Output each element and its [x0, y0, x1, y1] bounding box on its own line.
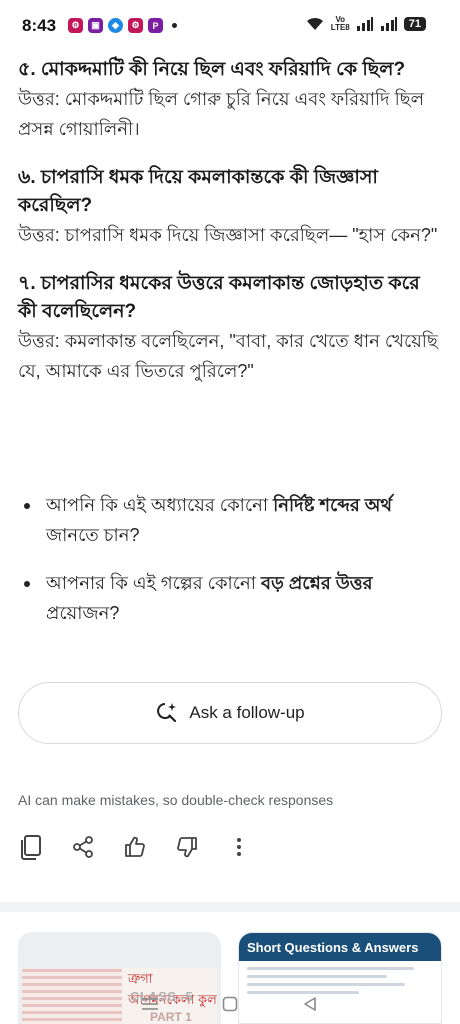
share-button[interactable] — [70, 834, 96, 860]
back-triangle-icon — [304, 997, 316, 1011]
qa-item: ৬. চাপরাসি ধমক দিয়ে কমলাকান্তকে কী জিজ্… — [18, 164, 442, 250]
suggestion-bold: বড় প্রশ্নের উত্তর — [260, 573, 373, 593]
battery-icon: 71 — [403, 17, 426, 31]
signal-icon — [356, 17, 373, 31]
thumbs-up-icon — [125, 836, 145, 857]
app-notification-icon: P — [148, 18, 163, 33]
copy-button[interactable] — [18, 834, 44, 860]
qa-item: ৭. চাপরাসির ধমকের উত্তরে কমলাকান্ত জোড়হ… — [18, 270, 442, 386]
status-right: Vo LTE8 71 — [305, 16, 426, 32]
answer-text: উত্তর: কমলাকান্ত বলেছিলেন, "বাবা, কার খে… — [18, 331, 438, 381]
app-notification-icon: ⚙ — [128, 18, 143, 33]
question-title: ৭. চাপরাসির ধমকের উত্তরে কমলাকান্ত জোড়হ… — [18, 273, 420, 322]
suggestion-text: জানতে চান? — [46, 525, 140, 545]
suggestion-item: আপনি কি এই অধ্যায়ের কোনো নির্দিষ্ট শব্দ… — [18, 490, 438, 550]
menu-lines-icon — [142, 998, 158, 1010]
suggestion-text: প্রয়োজন? — [46, 603, 120, 623]
card-banner-title: Short Questions & Answers — [239, 933, 441, 961]
qa-item: ৫. মোকদ্দমাটি কী নিয়ে ছিল এবং ফরিয়াদি … — [18, 56, 442, 144]
ai-disclaimer: AI can make mistakes, so double-check re… — [18, 792, 334, 808]
system-nav-bar — [0, 984, 460, 1024]
suggestion-bold: নির্দিষ্ট শব্দের অর্থ — [273, 495, 393, 515]
bullet-dot — [24, 581, 30, 587]
app-notification-icon: ▣ — [88, 18, 103, 33]
wifi-icon — [306, 17, 323, 30]
thumbs-down-icon — [177, 837, 197, 858]
response-actions — [18, 834, 252, 860]
back-button[interactable] — [298, 992, 322, 1016]
more-vert-icon — [237, 838, 241, 856]
thumbs-down-button[interactable] — [174, 834, 200, 860]
copy-icon — [21, 835, 41, 860]
question-title: ৬. চাপরাসি ধমক দিয়ে কমলাকান্তকে কী জিজ্… — [18, 167, 378, 216]
home-square-icon — [222, 996, 238, 1012]
more-options-button[interactable] — [226, 834, 252, 860]
app-notification-icon: ◆ — [108, 18, 123, 33]
app-notification-icon: ⚙ — [68, 18, 83, 33]
suggestion-text: আপনার কি এই গল্পের কোনো — [46, 573, 261, 593]
suggestion-text: আপনি কি এই অধ্যায়ের কোনো — [46, 495, 274, 515]
recents-button[interactable] — [138, 992, 162, 1016]
status-bar: 8:43 ⚙ ▣ ◆ ⚙ P Vo LTE8 71 — [0, 0, 460, 52]
thumbs-up-button[interactable] — [122, 834, 148, 860]
notification-icons: ⚙ ▣ ◆ ⚙ P — [68, 18, 177, 33]
suggestion-list: আপনি কি এই অধ্যায়ের কোনো নির্দিষ্ট শব্দ… — [18, 490, 438, 646]
suggestion-item: আপনার কি এই গল্পের কোনো বড় প্রশ্নের উত্… — [18, 568, 438, 628]
follow-up-label: Ask a follow-up — [189, 703, 305, 722]
signal-icon — [380, 17, 397, 31]
answer-text: উত্তর: চাপরাসি ধমক দিয়ে জিজ্ঞাসা করেছিল… — [18, 225, 438, 245]
answer-content: ৫. মোকদ্দমাটি কী নিয়ে ছিল এবং ফরিয়াদি … — [18, 56, 442, 406]
sparkle-search-icon — [157, 703, 177, 723]
question-title: ৫. মোকদ্দমাটি কী নিয়ে ছিল এবং ফরিয়াদি … — [18, 59, 406, 80]
share-icon — [73, 836, 93, 858]
answer-text: উত্তর: মোকদ্দমাটি ছিল গোরু চুরি নিয়ে এব… — [18, 89, 425, 139]
volte-icon: Vo LTE8 — [331, 16, 350, 32]
section-divider — [0, 902, 460, 912]
text-line — [247, 967, 415, 970]
volte-bottom: LTE8 — [330, 23, 350, 32]
status-time: 8:43 — [22, 16, 57, 35]
home-button[interactable] — [218, 992, 242, 1016]
more-notifications-dot — [172, 23, 177, 28]
ask-follow-up-button[interactable]: Ask a follow-up — [18, 682, 442, 744]
text-line — [247, 975, 387, 978]
bullet-dot — [24, 503, 30, 509]
